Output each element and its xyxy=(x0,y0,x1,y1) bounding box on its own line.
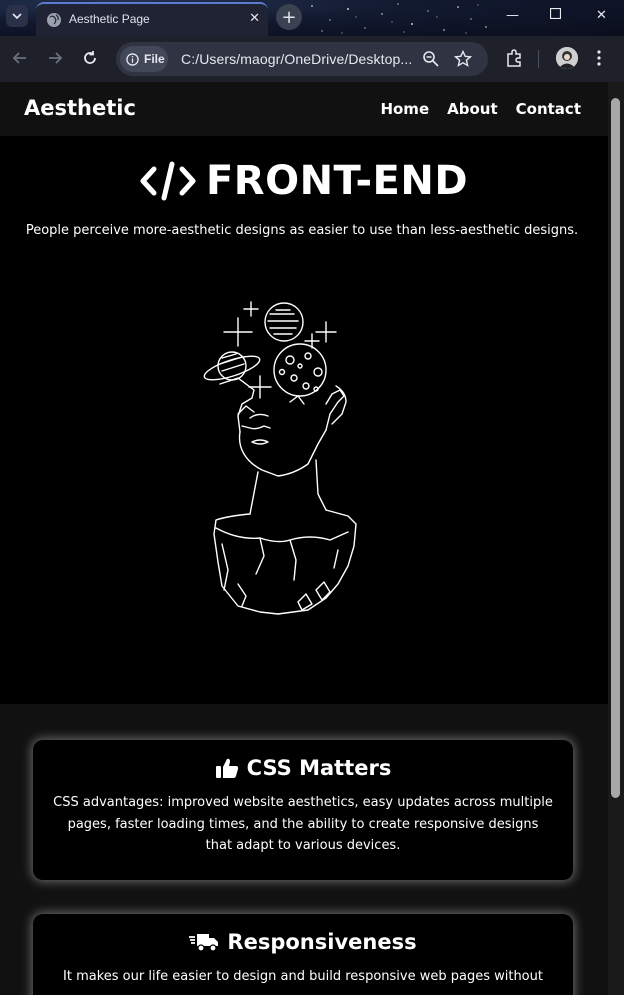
hero-subtitle: People perceive more-aesthetic designs a… xyxy=(25,223,579,238)
feature-card: CSS Matters CSS advantages: improved web… xyxy=(33,740,573,880)
browser-toolbar: File C:/Users/maogr/OneDrive/Desktop... xyxy=(0,36,624,82)
site-nav: Home About Contact xyxy=(380,100,581,118)
url-text[interactable]: C:/Users/maogr/OneDrive/Desktop... xyxy=(181,51,412,67)
maximize-icon[interactable] xyxy=(549,7,562,23)
tab-close-icon[interactable]: ✕ xyxy=(249,11,260,26)
site-navbar: Aesthetic Home About Contact xyxy=(0,82,608,136)
head-planets-illustration xyxy=(203,301,357,615)
nav-link-contact[interactable]: Contact xyxy=(516,100,581,118)
features-section: CSS Matters CSS advantages: improved web… xyxy=(0,704,608,995)
nav-link-about[interactable]: About xyxy=(447,100,498,118)
close-window-icon[interactable]: ✕ xyxy=(596,8,607,23)
toolbar-separator xyxy=(538,50,539,68)
arrow-left-icon xyxy=(12,52,26,64)
scrollbar-thumb[interactable] xyxy=(611,98,620,798)
forward-button[interactable] xyxy=(45,48,65,68)
card-title: CSS Matters xyxy=(246,756,392,780)
nav-link-home[interactable]: Home xyxy=(380,100,429,118)
feature-card: Responsiveness It makes our life easier … xyxy=(33,914,573,995)
thumbs-up-icon xyxy=(215,758,238,778)
arrow-right-icon xyxy=(49,52,63,64)
kebab-menu-icon xyxy=(597,50,601,66)
menu-button[interactable] xyxy=(596,48,606,68)
globe-icon xyxy=(47,13,61,27)
chevron-down-icon xyxy=(12,13,22,20)
address-bar[interactable]: File C:/Users/maogr/OneDrive/Desktop... xyxy=(116,42,488,76)
extensions-icon[interactable] xyxy=(504,48,524,68)
site-brand[interactable]: Aesthetic xyxy=(24,96,136,120)
reload-icon xyxy=(84,51,96,64)
hero-title: FRONT-END xyxy=(205,158,469,204)
info-icon xyxy=(126,52,139,66)
tab-strip: Aesthetic Page ✕ + — ✕ xyxy=(0,0,624,36)
new-tab-button[interactable]: + xyxy=(276,4,302,30)
reload-button[interactable] xyxy=(80,48,100,68)
avatar-icon xyxy=(556,47,578,69)
star-bookmark-icon[interactable] xyxy=(454,50,472,68)
card-text: CSS advantages: improved website aesthet… xyxy=(53,795,553,853)
plus-icon: + xyxy=(281,6,297,28)
browser-tab-active[interactable]: Aesthetic Page ✕ xyxy=(36,2,268,36)
profile-avatar[interactable] xyxy=(556,47,578,69)
card-heading: CSS Matters xyxy=(33,756,573,780)
hero-heading: FRONT-END xyxy=(0,158,608,204)
card-title: Responsiveness xyxy=(227,930,417,954)
page-viewport: Aesthetic Home About Contact FRONT-END P… xyxy=(0,82,624,995)
minimize-icon[interactable]: — xyxy=(506,8,519,23)
code-icon xyxy=(140,161,196,201)
tab-title: Aesthetic Page xyxy=(69,12,150,26)
card-text: It makes our life easier to design and b… xyxy=(63,969,543,984)
card-heading: Responsiveness xyxy=(33,930,573,954)
page-scrollbar[interactable] xyxy=(608,82,624,995)
zoom-icon[interactable] xyxy=(422,50,440,68)
truck-fast-icon xyxy=(189,934,219,952)
back-button[interactable] xyxy=(10,48,30,68)
tab-search-button[interactable] xyxy=(6,5,28,27)
site-info-chip[interactable]: File xyxy=(120,46,168,72)
site-info-label: File xyxy=(144,52,165,66)
